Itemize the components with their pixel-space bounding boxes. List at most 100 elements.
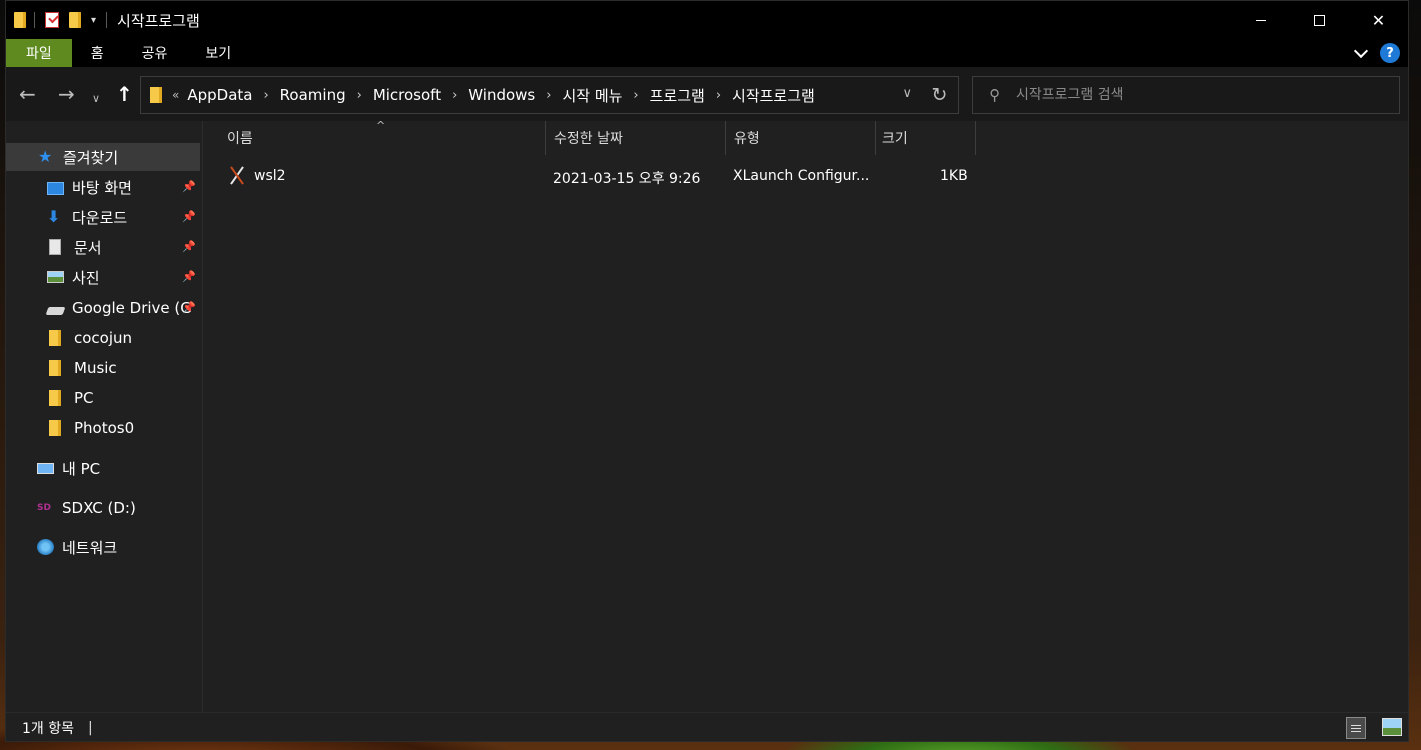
ribbon-tabs: 파일 홈 공유 보기 ? — [6, 39, 1408, 67]
chevron-right-icon[interactable]: › — [633, 88, 638, 103]
close-button[interactable]: ✕ — [1349, 1, 1408, 39]
details-view-button[interactable] — [1346, 717, 1366, 739]
sidebar-item-pictures[interactable]: 사진 📌 — [6, 263, 200, 291]
pin-icon[interactable]: 📌 — [182, 210, 196, 223]
pin-icon[interactable]: 📌 — [182, 270, 196, 283]
file-size: 1KB — [940, 168, 968, 184]
file-type: XLaunch Configur... — [733, 168, 870, 184]
refresh-button[interactable]: ↻ — [920, 77, 958, 113]
breadcrumb-roaming[interactable]: Roaming — [280, 86, 346, 104]
item-count: 1개 항목 — [22, 720, 74, 737]
forward-button[interactable]: → — [58, 82, 75, 106]
properties-icon[interactable] — [45, 12, 59, 28]
download-icon: ⬇ — [47, 207, 61, 226]
column-label: 수정한 날짜 — [554, 131, 623, 147]
file-row[interactable]: wsl2 2021-03-15 오후 9:26 XLaunch Configur… — [226, 164, 976, 190]
pin-icon[interactable]: 📌 — [182, 180, 196, 193]
sidebar-item-label: 내 PC — [62, 459, 101, 478]
network-icon — [37, 539, 54, 555]
tab-view[interactable]: 보기 — [186, 39, 250, 67]
chevron-right-icon[interactable]: › — [546, 88, 551, 103]
breadcrumb-appdata[interactable]: AppData — [187, 86, 252, 104]
large-icons-view-button[interactable] — [1382, 718, 1402, 736]
sidebar-item-label: 네트워크 — [62, 538, 118, 557]
sidebar-item-cocojun[interactable]: cocojun — [6, 324, 200, 352]
sd-card-icon: SD — [37, 503, 51, 513]
help-icon[interactable]: ? — [1380, 43, 1400, 63]
recent-locations-icon[interactable]: ∨ — [92, 87, 100, 111]
sidebar-item-network[interactable]: 네트워크 — [6, 533, 200, 561]
folder-icon — [49, 330, 61, 346]
search-input[interactable] — [1016, 87, 1376, 103]
minimize-button[interactable] — [1231, 1, 1290, 39]
breadcrumb-programs[interactable]: 프로그램 — [650, 85, 705, 106]
breadcrumb-windows[interactable]: Windows — [468, 86, 535, 104]
back-button[interactable]: ← — [19, 82, 36, 106]
sidebar-item-label: cocojun — [74, 329, 133, 347]
tab-share[interactable]: 공유 — [123, 39, 187, 67]
window-controls: ✕ — [1231, 1, 1408, 39]
folder-icon — [14, 12, 26, 28]
address-bar[interactable]: « AppData › Roaming › Microsoft › Window… — [140, 76, 959, 114]
sidebar-item-desktop[interactable]: 바탕 화면 📌 — [6, 173, 200, 201]
maximize-button[interactable] — [1290, 1, 1349, 39]
file-explorer-window: ▾ 시작프로그램 ✕ 파일 홈 공유 보기 ? ← → ∨ ↑ « AppDat… — [5, 0, 1409, 742]
navigation-pane: ★ 즐겨찾기 바탕 화면 📌 ⬇ 다운로드 📌 문서 📌 사진 📌 Google… — [6, 121, 203, 712]
breadcrumb-startup[interactable]: 시작프로그램 — [732, 85, 815, 106]
sidebar-item-documents[interactable]: 문서 📌 — [6, 233, 200, 261]
up-button[interactable]: ↑ — [116, 82, 133, 106]
sidebar-item-this-pc[interactable]: 내 PC — [6, 454, 200, 482]
sidebar-item-music[interactable]: Music — [6, 354, 200, 382]
quick-access-toolbar: ▾ 시작프로그램 — [6, 1, 200, 39]
pictures-icon — [47, 271, 64, 283]
sidebar-item-pc-folder[interactable]: PC — [6, 384, 200, 412]
column-header-name[interactable]: 이름 ^ — [204, 119, 546, 155]
status-separator: | — [88, 719, 93, 736]
details-view-icon — [1351, 727, 1361, 729]
chevron-right-icon[interactable]: › — [716, 88, 721, 103]
sidebar-item-quick-access[interactable]: ★ 즐겨찾기 — [6, 143, 200, 171]
column-label: 이름 — [227, 131, 253, 147]
details-view-icon — [1351, 724, 1361, 726]
minimize-icon — [1255, 19, 1266, 21]
sidebar-item-downloads[interactable]: ⬇ 다운로드 📌 — [6, 203, 200, 231]
sidebar-item-label: 다운로드 — [72, 208, 128, 227]
document-icon — [49, 239, 61, 255]
search-icon: ⚲ — [989, 86, 1000, 104]
toolbar-divider — [106, 12, 108, 28]
column-header-size[interactable]: 크기 — [876, 121, 976, 155]
chevron-down-icon[interactable]: ∨ — [902, 86, 912, 101]
tab-home[interactable]: 홈 — [72, 39, 123, 67]
sort-ascending-icon: ^ — [376, 119, 386, 132]
new-folder-icon[interactable] — [69, 12, 81, 28]
sidebar-item-label: PC — [74, 389, 94, 407]
chevron-right-icon[interactable]: › — [452, 88, 457, 103]
sidebar-item-photos0[interactable]: Photos0 — [6, 414, 200, 442]
sidebar-item-label: Photos0 — [74, 419, 135, 437]
file-name: wsl2 — [254, 168, 286, 184]
breadcrumb-overflow[interactable]: « — [172, 88, 179, 102]
chevron-right-icon[interactable]: › — [263, 88, 268, 103]
breadcrumb-microsoft[interactable]: Microsoft — [373, 86, 441, 104]
column-header-modified[interactable]: 수정한 날짜 — [546, 121, 726, 155]
tab-file[interactable]: 파일 — [6, 39, 72, 67]
pin-icon[interactable]: 📌 — [182, 301, 196, 314]
chevron-right-icon[interactable]: › — [357, 88, 362, 103]
search-box[interactable]: ⚲ — [972, 76, 1400, 114]
sidebar-item-google-drive[interactable]: Google Drive (G 📌 — [6, 294, 200, 322]
breadcrumb-start-menu[interactable]: 시작 메뉴 — [562, 85, 622, 106]
column-header-type[interactable]: 유형 — [726, 121, 876, 155]
customize-toolbar-dropdown-icon[interactable]: ▾ — [91, 15, 96, 26]
sidebar-item-label: Google Drive (G — [72, 299, 192, 317]
title-bar: ▾ 시작프로그램 ✕ — [6, 1, 1408, 39]
folder-icon — [49, 420, 61, 436]
status-bar: 1개 항목 | — [6, 712, 1408, 741]
sidebar-item-label: 즐겨찾기 — [63, 148, 119, 167]
folder-icon — [49, 390, 61, 406]
star-icon: ★ — [38, 147, 53, 166]
sidebar-item-sdxc-drive[interactable]: SD SDXC (D:) — [6, 494, 200, 522]
sidebar-item-label: SDXC (D:) — [62, 499, 136, 517]
column-label: 유형 — [734, 131, 760, 147]
pin-icon[interactable]: 📌 — [182, 240, 196, 253]
expand-ribbon-icon[interactable] — [1353, 43, 1369, 58]
